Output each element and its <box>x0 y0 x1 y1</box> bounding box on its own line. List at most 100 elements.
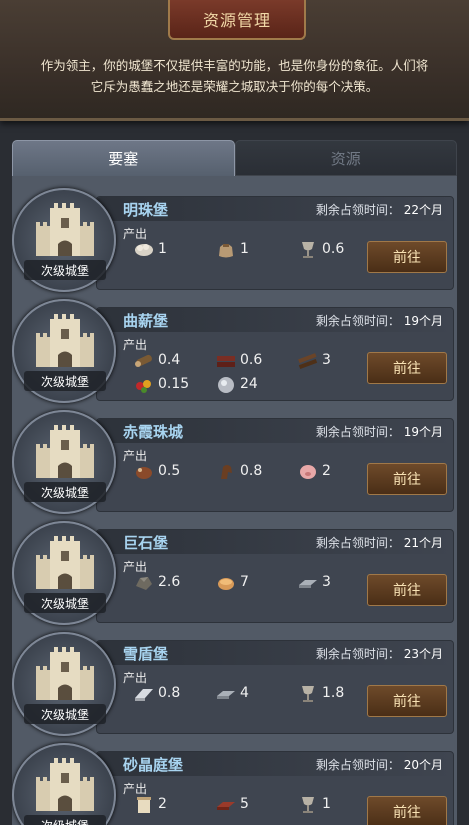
intro-text: 作为领主，你的城堡不仅提供丰富的功能，也是你身份的象征。人们将 它斥为愚蠢之地还… <box>18 55 451 97</box>
go-button[interactable]: 前往 <box>367 685 447 717</box>
remaining-label: 剩余占领时间： <box>315 758 400 772</box>
castle-name: 赤霞珠城 <box>123 423 184 441</box>
resource-value: 0.6 <box>240 352 263 368</box>
remaining-value: 21 <box>403 536 419 550</box>
castle-name: 曲薪堡 <box>123 312 169 330</box>
resource-scroll: 2 <box>133 794 167 814</box>
remaining-time: 剩余占领时间： 19个月 <box>316 423 443 440</box>
remaining-value: 19 <box>403 425 419 439</box>
resource-fruit: 0.15 <box>133 374 189 394</box>
timber-icon <box>298 353 318 369</box>
remaining-time: 剩余占领时间： 22个月 <box>316 201 443 218</box>
fruit-icon <box>136 380 151 393</box>
tab-resources[interactable]: 资源 <box>234 140 457 176</box>
remaining-label: 剩余占领时间： <box>315 536 400 550</box>
resource-value: 4 <box>240 685 249 701</box>
resource-value: 5 <box>240 796 249 812</box>
goblet-icon <box>302 242 314 258</box>
castle-card: 巨石堡 剩余占领时间： 21个月 产出 2.6 7 3 前往 次级城堡 <box>12 521 457 631</box>
castle-emblem: 次级城堡 <box>12 299 116 403</box>
remaining-unit: 个月 <box>418 203 443 217</box>
tab-fortress[interactable]: 要塞 <box>12 140 235 176</box>
remaining-label: 剩余占领时间： <box>315 203 400 217</box>
remaining-unit: 个月 <box>418 425 443 439</box>
resource-plank: 0.6 <box>215 350 262 370</box>
castle-info-panel: 砂晶庭堡 剩余占领时间： 20个月 产出 2 5 1 前往 <box>96 751 454 825</box>
castle-card: 曲薪堡 剩余占领时间： 19个月 产出 0.4 0.6 3 0.15 24 前往 次级城堡 <box>12 299 457 409</box>
cow-icon <box>136 467 152 479</box>
castle-info-panel: 赤霞珠城 剩余占领时间： 19个月 产出 0.5 0.8 2 前往 <box>96 418 454 512</box>
resource-iron-bar: 3 <box>297 572 331 592</box>
log-icon <box>135 354 152 367</box>
castle-emblem: 次级城堡 <box>12 521 116 625</box>
remaining-time: 剩余占领时间： 23个月 <box>316 645 443 662</box>
resource-value: 0.15 <box>158 376 190 392</box>
remaining-value: 22 <box>403 203 419 217</box>
castle-name: 明珠堡 <box>123 201 169 219</box>
go-button[interactable]: 前往 <box>367 241 447 273</box>
castle-name-bar: 巨石堡 剩余占领时间： 21个月 <box>97 530 453 554</box>
castle-name-bar: 赤霞珠城 剩余占领时间： 19个月 <box>97 419 453 443</box>
castle-name-bar: 明珠堡 剩余占领时间： 22个月 <box>97 197 453 221</box>
castle-info-panel: 雪盾堡 剩余占领时间： 23个月 产出 0.8 4 1.8 前往 <box>96 640 454 734</box>
remaining-value: 20 <box>403 758 419 772</box>
intro-line-1: 作为领主，你的城堡不仅提供丰富的功能，也是你身份的象征。人们将 <box>40 58 429 73</box>
resource-value: 0.8 <box>240 463 263 479</box>
resource-value: 2 <box>158 796 167 812</box>
castle-rank-badge: 次级城堡 <box>24 593 106 613</box>
resource-timber: 3 <box>297 350 331 370</box>
remaining-unit: 个月 <box>418 758 443 772</box>
castle-list[interactable]: 明珠堡 剩余占领时间： 22个月 产出 1 1 0.6 前往 次级城堡 曲薪堡 剩余占领时间： 1… <box>12 176 457 825</box>
resource-silver-orb: 24 <box>215 374 258 394</box>
go-button[interactable]: 前往 <box>367 463 447 495</box>
castle-info-panel: 曲薪堡 剩余占领时间： 19个月 产出 0.4 0.6 3 0.15 24 前往 <box>96 307 454 401</box>
resource-pig: 2 <box>297 461 331 481</box>
scroll-icon <box>137 797 151 813</box>
resource-value: 0.8 <box>158 685 181 701</box>
resource-value: 0.4 <box>158 352 181 368</box>
resource-silver-bar: 0.8 <box>133 683 180 703</box>
go-button[interactable]: 前往 <box>367 574 447 606</box>
castle-name: 砂晶庭堡 <box>123 756 184 774</box>
resource-cow: 0.5 <box>133 461 180 481</box>
castle-emblem: 次级城堡 <box>12 632 116 736</box>
castle-name: 巨石堡 <box>123 534 169 552</box>
castle-info-panel: 明珠堡 剩余占领时间： 22个月 产出 1 1 0.6 前往 <box>96 196 454 290</box>
castle-info-panel: 巨石堡 剩余占领时间： 21个月 产出 2.6 7 3 前往 <box>96 529 454 623</box>
resource-value: 3 <box>322 352 331 368</box>
resource-bread: 7 <box>215 572 249 592</box>
resource-value: 0.5 <box>158 463 181 479</box>
plank-icon <box>217 356 235 367</box>
remaining-unit: 个月 <box>418 314 443 328</box>
remaining-value: 23 <box>403 647 419 661</box>
castle-rank-badge: 次级城堡 <box>24 482 106 502</box>
horse-icon <box>221 465 232 479</box>
remaining-value: 19 <box>403 314 419 328</box>
remaining-label: 剩余占领时间： <box>315 647 400 661</box>
castle-card: 赤霞珠城 剩余占领时间： 19个月 产出 0.5 0.8 2 前往 次级城堡 <box>12 410 457 520</box>
silver-orb-icon <box>218 377 234 393</box>
resource-value: 1 <box>158 241 167 257</box>
resource-value: 1 <box>322 796 331 812</box>
resource-value: 2 <box>322 463 331 479</box>
iron-bar-icon <box>217 691 235 699</box>
page-title: 资源管理 <box>168 0 306 40</box>
resource-sack: 1 <box>215 239 249 259</box>
castle-rank-badge: 次级城堡 <box>24 371 106 391</box>
resource-value: 24 <box>240 376 258 392</box>
castle-card: 雪盾堡 剩余占领时间： 23个月 产出 0.8 4 1.8 前往 次级城堡 <box>12 632 457 742</box>
castle-name-bar: 曲薪堡 剩余占领时间： 19个月 <box>97 308 453 332</box>
tab-bar: 要塞 资源 <box>12 140 457 176</box>
remaining-time: 剩余占领时间： 20个月 <box>316 756 443 773</box>
resource-goblet: 1.8 <box>297 683 344 703</box>
resource-value: 7 <box>240 574 249 590</box>
resource-ore: 2.6 <box>133 572 180 592</box>
remaining-time: 剩余占领时间： 21个月 <box>316 534 443 551</box>
resource-goblet: 0.6 <box>297 239 344 259</box>
intro-line-2: 它斥为愚蠢之地还是荣耀之城取决于你的每个决策。 <box>90 79 379 94</box>
go-button[interactable]: 前往 <box>367 352 447 384</box>
castle-rank-badge: 次级城堡 <box>24 815 106 825</box>
castle-name-bar: 雪盾堡 剩余占领时间： 23个月 <box>97 641 453 665</box>
goblet-icon <box>302 797 314 813</box>
go-button[interactable]: 前往 <box>367 796 447 825</box>
